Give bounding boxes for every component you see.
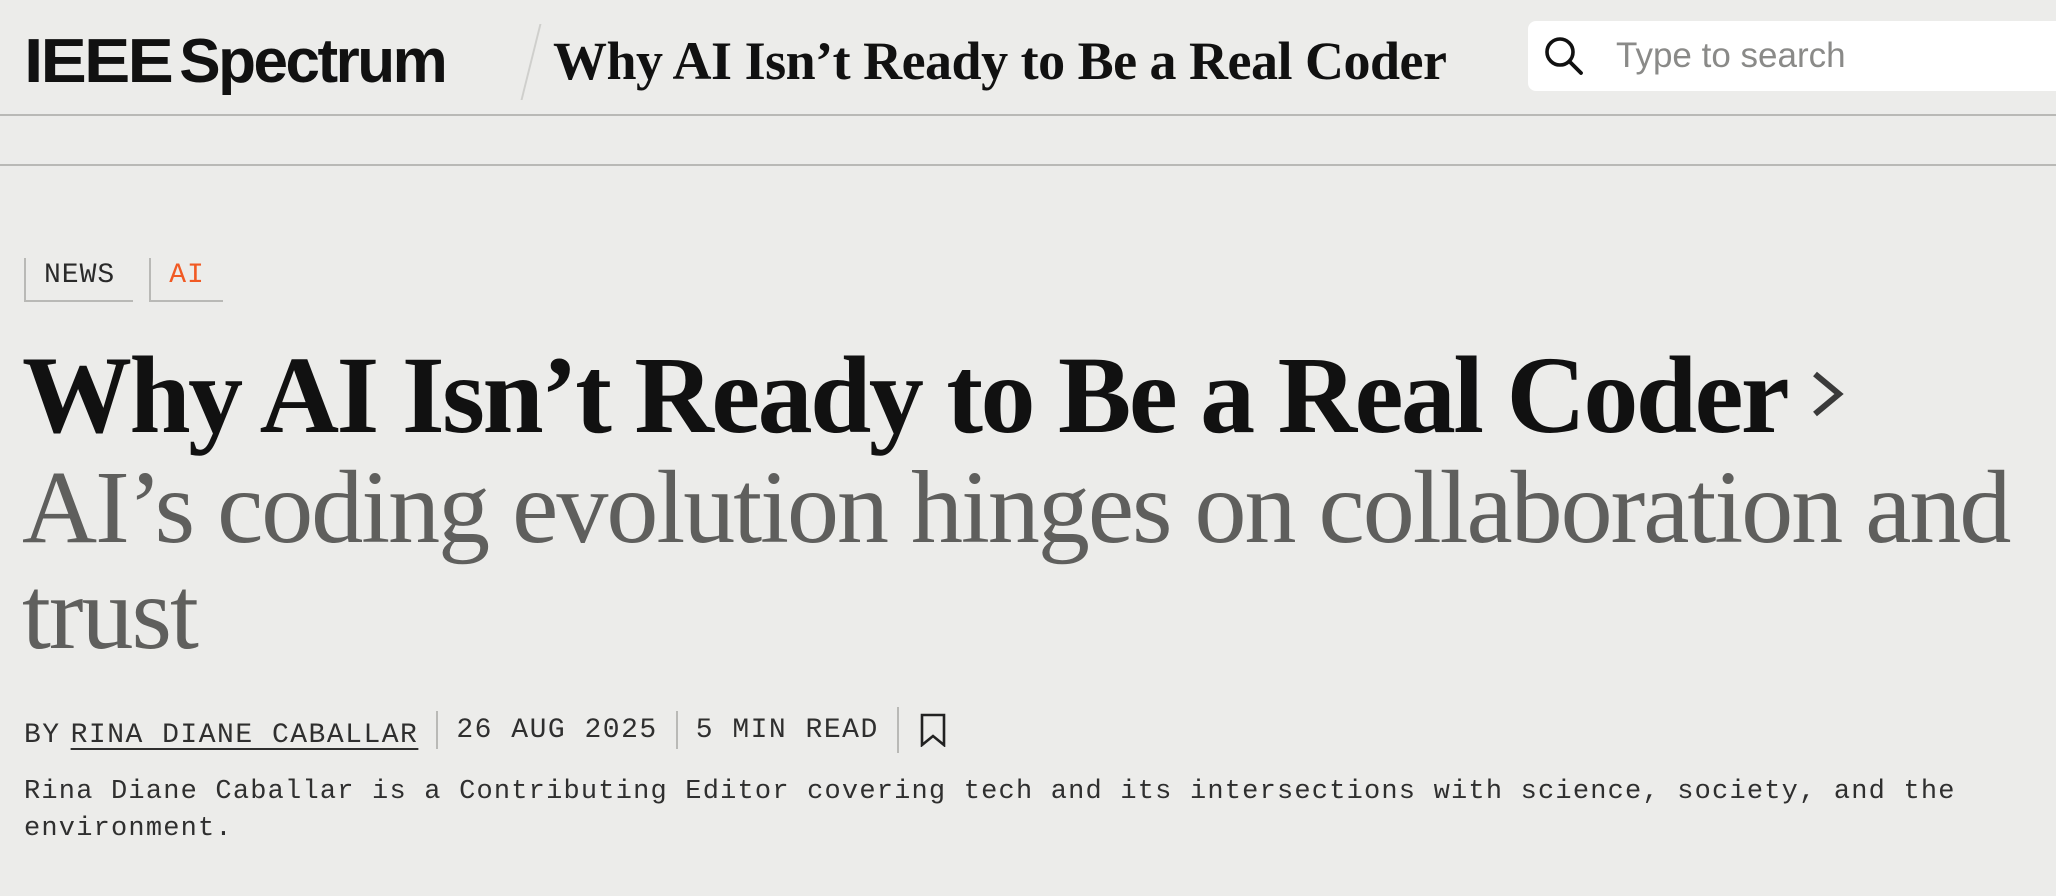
search-icon[interactable] bbox=[1542, 34, 1586, 78]
byline: BY RINA DIANE CABALLAR 26 AUG 2025 5 MIN… bbox=[24, 704, 947, 756]
logo-ieee: IEEE bbox=[24, 27, 174, 96]
logo-spectrum: Spectrum bbox=[179, 27, 447, 96]
headline-text: Why AI Isn’t Ready to Be a Real Coder bbox=[22, 334, 1790, 456]
author-bio: Rina Diane Caballar is a Contributing Ed… bbox=[24, 777, 1956, 844]
publish-date: 26 AUG 2025 bbox=[456, 714, 658, 746]
author-link[interactable]: RINA DIANE CABALLAR bbox=[71, 720, 419, 751]
tag-news[interactable]: NEWS bbox=[24, 258, 134, 302]
secondary-nav-bar bbox=[0, 116, 2056, 166]
header-article-title: Why AI Isn’t Ready to Be a Real Coder bbox=[553, 31, 1447, 91]
bookmark-icon[interactable] bbox=[919, 713, 947, 747]
byline-divider bbox=[436, 711, 439, 749]
byline-divider bbox=[675, 711, 678, 749]
header-divider bbox=[520, 24, 542, 100]
search-input[interactable] bbox=[1616, 21, 2046, 91]
chevron-right-icon bbox=[1813, 371, 1844, 417]
site-header: IEEE Spectrum Why AI Isn’t Ready to Be a … bbox=[0, 0, 2056, 116]
read-time: 5 MIN READ bbox=[695, 714, 879, 746]
article-headline[interactable]: Why AI Isn’t Ready to Be a Real Coder bbox=[22, 330, 1849, 460]
article-tags: NEWS AI bbox=[24, 258, 223, 304]
byline-by-label: BY bbox=[24, 719, 61, 751]
article-subtitle: AI’s coding evolution hinges on collabor… bbox=[22, 450, 2011, 671]
search-box[interactable] bbox=[1528, 21, 2056, 91]
tag-ai[interactable]: AI bbox=[149, 258, 223, 302]
site-logo[interactable]: IEEE Spectrum bbox=[24, 22, 448, 102]
byline-divider bbox=[896, 707, 899, 753]
